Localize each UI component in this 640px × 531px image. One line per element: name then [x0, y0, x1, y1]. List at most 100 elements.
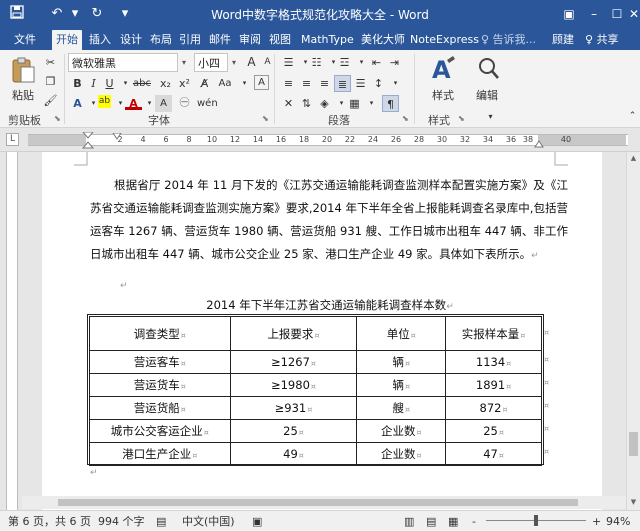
proofing-icon[interactable]: ▤ — [156, 514, 166, 529]
table-header-cell[interactable]: 实报样本量¤ — [445, 316, 542, 351]
character-shading-icon[interactable]: A — [155, 95, 172, 112]
borders-icon[interactable]: ▦ — [346, 95, 363, 112]
scroll-up-icon[interactable]: ▲ — [627, 152, 640, 164]
right-indent-marker[interactable] — [534, 139, 544, 148]
zoom-slider-thumb[interactable] — [534, 515, 538, 526]
tab-selector[interactable]: L — [6, 133, 19, 146]
font-size-combo[interactable] — [194, 53, 228, 72]
table-cell[interactable]: ≥1267¤ — [229, 350, 358, 374]
tab-home[interactable]: 开始 — [52, 30, 82, 50]
table-cell[interactable]: 49¤ — [229, 442, 358, 466]
change-case-dropdown-icon[interactable]: ▾ — [236, 75, 253, 92]
table-cell[interactable]: 1891¤ — [445, 373, 542, 397]
editing-dropdown-icon[interactable]: ▾ — [482, 108, 499, 125]
character-border-icon[interactable]: A — [254, 75, 269, 90]
share-button[interactable]: ♀ 共享 — [585, 30, 619, 50]
align-right-icon[interactable]: ≡ — [316, 75, 333, 92]
table-cell[interactable]: 营运货船¤ — [89, 396, 231, 420]
document-page[interactable]: 根据省厅 2014 年 11 月下发的《江苏交通运输能耗调查监测样本配置实施方案… — [42, 152, 602, 510]
align-left-icon[interactable]: ≡ — [280, 75, 297, 92]
table-cell[interactable]: ≥931¤ — [229, 396, 358, 420]
tab-design[interactable]: 设计 — [116, 30, 146, 50]
font-name-combo[interactable] — [68, 53, 178, 72]
table-cell[interactable]: ≥1980¤ — [229, 373, 358, 397]
table-cell[interactable]: 25¤ — [445, 419, 542, 443]
page-count[interactable]: 第 6 页，共 6 页 — [8, 514, 91, 529]
increase-indent-icon[interactable]: ⇥ — [386, 54, 403, 71]
table-cell[interactable]: 872¤ — [445, 396, 542, 420]
shading-icon[interactable]: ◈ — [316, 95, 333, 112]
first-line-indent-marker[interactable] — [112, 133, 122, 141]
account-name[interactable]: 顾建 — [552, 30, 574, 50]
font-name-dropdown-icon[interactable]: ▾ — [178, 53, 190, 72]
change-case-icon[interactable]: Aa — [215, 75, 235, 92]
chinese-layout-icon[interactable]: ✕ — [280, 95, 297, 112]
indent-marker[interactable] — [82, 132, 94, 150]
tab-references[interactable]: 引用 — [175, 30, 205, 50]
maximize-icon[interactable]: ☐ — [606, 4, 628, 24]
subscript-icon[interactable]: x₂ — [157, 75, 174, 92]
word-count[interactable]: 994 个字 — [98, 514, 145, 529]
tab-insert[interactable]: 插入 — [85, 30, 115, 50]
line-spacing-dropdown-icon[interactable]: ▾ — [387, 75, 404, 92]
tab-layout[interactable]: 布局 — [146, 30, 176, 50]
table-header-cell[interactable]: 调查类型¤ — [89, 316, 231, 351]
multilevel-list-icon[interactable]: ☲ — [336, 54, 353, 71]
font-launcher-icon[interactable]: ⬊ — [262, 114, 271, 123]
show-marks-icon[interactable]: ¶ — [382, 95, 399, 112]
italic-icon[interactable]: I — [85, 75, 102, 92]
underline-icon[interactable]: U — [101, 75, 118, 92]
clipboard-launcher-icon[interactable]: ⬊ — [54, 114, 63, 123]
horizontal-scroll-thumb[interactable] — [58, 499, 578, 506]
styles-launcher-icon[interactable]: ⬊ — [458, 114, 467, 123]
vertical-scroll-thumb[interactable] — [629, 432, 638, 456]
table-cell[interactable]: 辆¤ — [356, 350, 447, 374]
phonetic-guide-icon[interactable]: wén — [197, 95, 218, 112]
scroll-down-icon[interactable]: ▼ — [627, 496, 640, 508]
table-cell[interactable]: 营运客车¤ — [89, 350, 231, 374]
macro-record-icon[interactable]: ▣ — [252, 514, 262, 529]
web-layout-icon[interactable]: ▦ — [448, 514, 458, 529]
table-cell[interactable]: 营运货车¤ — [89, 373, 231, 397]
tab-view[interactable]: 视图 — [265, 30, 295, 50]
borders-dropdown-icon[interactable]: ▾ — [363, 95, 380, 112]
format-painter-icon[interactable]: 🖌 — [42, 92, 59, 109]
distributed-icon[interactable]: ☰ — [352, 75, 369, 92]
styles-button[interactable]: A 样式 — [426, 54, 460, 104]
superscript-icon[interactable]: x² — [176, 75, 193, 92]
tab-mathtype[interactable]: MathType — [297, 30, 358, 50]
minimize-icon[interactable]: – — [583, 4, 605, 24]
print-layout-icon[interactable]: ▤ — [426, 514, 436, 529]
tab-review[interactable]: 审阅 — [235, 30, 265, 50]
tab-file[interactable]: 文件 — [10, 30, 40, 50]
table-cell[interactable]: 企业数¤ — [356, 419, 447, 443]
cut-icon[interactable]: ✂ — [42, 54, 59, 71]
zoom-level[interactable]: 94% — [606, 514, 630, 529]
line-spacing-icon[interactable]: ↕ — [370, 75, 387, 92]
zoom-out-button[interactable]: - — [472, 514, 476, 529]
zoom-in-button[interactable]: + — [592, 514, 601, 529]
ribbon-display-options-icon[interactable]: ▣ — [558, 4, 580, 24]
justify-icon[interactable]: ≣ — [334, 75, 351, 92]
table-cell[interactable]: 艘¤ — [356, 396, 447, 420]
sort-icon[interactable]: ⇅ — [298, 95, 315, 112]
tell-me-search[interactable]: ♀ 告诉我... — [481, 30, 536, 50]
enclose-characters-icon[interactable]: ㊀ — [176, 95, 193, 112]
tab-noteexpress[interactable]: NoteExpress — [406, 30, 483, 50]
data-table[interactable]: 调查类型¤ 上报要求¤ 单位¤ 实报样本量¤ 营运客车¤ ≥1267¤ 辆¤ 1… — [89, 316, 542, 466]
strikethrough-icon[interactable]: abc — [130, 75, 154, 92]
vertical-ruler-track[interactable] — [6, 152, 18, 510]
table-cell[interactable]: 辆¤ — [356, 373, 447, 397]
font-size-dropdown-icon[interactable]: ▾ — [228, 53, 240, 72]
horizontal-scrollbar[interactable] — [22, 496, 626, 509]
bold-icon[interactable]: B — [69, 75, 86, 92]
bullets-icon[interactable]: ☰ — [280, 54, 297, 71]
copy-icon[interactable]: ❐ — [42, 73, 59, 90]
table-cell[interactable]: 1134¤ — [445, 350, 542, 374]
table-cell[interactable]: 25¤ — [229, 419, 358, 443]
close-icon[interactable]: ✕ — [627, 4, 640, 24]
table-cell[interactable]: 港口生产企业¤ — [89, 442, 231, 466]
paragraph-launcher-icon[interactable]: ⬊ — [402, 114, 411, 123]
language[interactable]: 中文(中国) — [182, 514, 235, 529]
text-effects-icon[interactable]: A — [69, 95, 86, 112]
